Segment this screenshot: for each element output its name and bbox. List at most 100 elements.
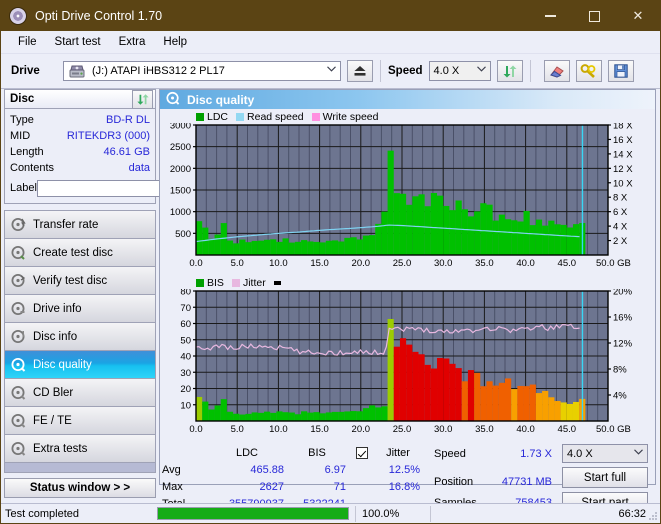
col-header-bis: BIS — [308, 446, 326, 459]
disc-quality-icon — [11, 357, 26, 372]
table-header-row: LDC BIS — [160, 444, 348, 461]
speed-label: Speed — [388, 65, 423, 77]
sidebar-item-verify-test-disc[interactable]: Verify test disc — [5, 267, 155, 295]
svg-text:80: 80 — [180, 289, 191, 298]
sidebar-item-disc-info[interactable]: Disc info — [5, 323, 155, 351]
application-window: Opti Drive Control 1.70 ✕ File Start tes… — [0, 0, 661, 524]
elapsed-time: 66:32 — [430, 505, 660, 522]
legend-marker-icon — [273, 281, 281, 285]
svg-text:40.0: 40.0 — [516, 258, 535, 269]
legend-label-write-speed: Write speed — [322, 111, 379, 123]
menu-item-file[interactable]: File — [9, 34, 46, 50]
svg-text:20.0: 20.0 — [352, 424, 371, 435]
menu-item-extra[interactable]: Extra — [110, 34, 155, 50]
test-speed-value: 4.0 X — [567, 447, 593, 460]
sidebar-item-label: Drive info — [33, 302, 82, 315]
test-nav-list: Transfer rate Create test disc Verify te… — [4, 210, 156, 473]
svg-text:45.0: 45.0 — [558, 258, 577, 269]
svg-text:6 X: 6 X — [613, 207, 628, 218]
window-controls: ✕ — [528, 1, 660, 31]
disc-value-contents: data — [128, 162, 150, 174]
bis-jitter-chart[interactable]: 10 20 30 40 50 60 70 80 4% 8% 12% 16% 20% 0.0 5.0 10.0 1… — [162, 287, 648, 437]
menu-item-start-test[interactable]: Start test — [46, 34, 110, 50]
test-speed-select[interactable]: 4.0 X — [562, 444, 648, 463]
svg-text:5.0: 5.0 — [231, 258, 244, 269]
maximize-button[interactable] — [572, 1, 616, 31]
legend-entry-read-speed: Read speed — [236, 111, 304, 123]
panel-header: Disc quality — [160, 90, 655, 109]
minimize-button[interactable] — [528, 1, 572, 31]
svg-text:40.0: 40.0 — [516, 424, 535, 435]
resize-grip[interactable] — [648, 511, 658, 521]
legend-swatch-read-speed — [236, 113, 245, 121]
chevron-down-icon — [634, 449, 643, 457]
svg-text:30.0: 30.0 — [434, 258, 453, 269]
status-window-button[interactable]: Status window > > — [4, 478, 156, 498]
svg-text:10.0: 10.0 — [269, 424, 288, 435]
svg-text:60: 60 — [180, 319, 191, 330]
table-row: Speed 1.73 X — [432, 444, 554, 465]
jitter-checkbox[interactable] — [356, 446, 368, 459]
left-sidebar: Disc Type BD-R DL MID RITEKDR3 (000) Len… — [1, 89, 240, 498]
drive-select[interactable]: (J:) ATAPI iHBS312 2 PL17 — [63, 61, 341, 81]
svg-text:10: 10 — [180, 400, 191, 411]
svg-text:20.0: 20.0 — [352, 258, 371, 269]
start-full-button[interactable]: Start full — [562, 467, 648, 488]
sidebar-item-transfer-rate[interactable]: Transfer rate — [5, 211, 155, 239]
sidebar-item-disc-quality[interactable]: Disc quality — [5, 351, 155, 379]
page-title: Disc quality — [187, 92, 255, 107]
drive-icon — [69, 65, 85, 78]
table-row: Avg 465.88 6.97 — [160, 461, 348, 478]
eject-button[interactable] — [347, 60, 373, 82]
disc-group-title: Disc — [10, 93, 35, 105]
chevron-down-icon — [327, 66, 336, 74]
disc-refresh-button[interactable] — [132, 89, 153, 109]
legend-swatch-ldc — [196, 113, 204, 121]
svg-text:20: 20 — [180, 384, 191, 395]
jitter-label: Jitter — [386, 446, 410, 459]
disc-info-box: Type BD-R DL MID RITEKDR3 (000) Length 4… — [4, 108, 240, 204]
svg-text:15.0: 15.0 — [310, 258, 329, 269]
svg-text:50.0 GB: 50.0 GB — [596, 424, 631, 435]
sidebar-item-cd-bler[interactable]: CD Bler — [5, 379, 155, 407]
svg-text:0.0: 0.0 — [189, 424, 202, 435]
progress-bar — [157, 507, 349, 520]
legend-swatch-write-speed — [311, 113, 320, 121]
sidebar-item-extra-tests[interactable]: Extra tests — [5, 435, 155, 463]
legend-entry-ldc: LDC — [196, 111, 228, 123]
legend-label-jitter: Jitter — [242, 277, 266, 289]
disc-quality-icon — [166, 91, 180, 108]
close-icon[interactable]: ✕ — [616, 1, 660, 31]
sidebar-item-label: Disc info — [33, 330, 78, 343]
disc-fete-icon — [11, 413, 26, 428]
menu-item-help[interactable]: Help — [154, 34, 196, 50]
ldc-chart-legend: LDC Read speed Write speed — [196, 111, 653, 123]
svg-text:8%: 8% — [613, 365, 627, 376]
app-icon — [9, 7, 27, 25]
svg-text:2500: 2500 — [170, 142, 191, 153]
sidebar-item-drive-info[interactable]: Drive info — [5, 295, 155, 323]
svg-text:0.0: 0.0 — [189, 258, 202, 269]
speed-select[interactable]: 4.0 X — [428, 61, 491, 81]
bis-max: 71 — [333, 481, 346, 494]
disc-bler-icon — [11, 385, 26, 400]
disc-value-length: 46.61 GB — [103, 146, 150, 158]
speed-result-label: Speed — [434, 448, 466, 461]
save-button[interactable] — [607, 60, 634, 82]
svg-text:16 X: 16 X — [613, 135, 633, 146]
bis-chart-legend: BIS Jitter — [196, 277, 653, 289]
tools-button[interactable] — [575, 60, 602, 82]
main-content: Disc Type BD-R DL MID RITEKDR3 (000) Len… — [1, 89, 660, 513]
ldc-chart[interactable]: 500 1000 1500 2000 2500 3000 2 X 4 X 6 X 8 X 10 X 1… — [162, 121, 648, 271]
svg-text:14 X: 14 X — [613, 149, 633, 160]
svg-text:20%: 20% — [613, 289, 633, 298]
svg-text:500: 500 — [175, 229, 191, 240]
erase-button[interactable] — [543, 60, 570, 82]
table-row: Position 47731 MB — [432, 472, 554, 493]
row-label-max: Max — [162, 481, 183, 494]
sidebar-item-create-test-disc[interactable]: Create test disc — [5, 239, 155, 267]
svg-text:25.0: 25.0 — [393, 424, 412, 435]
sidebar-item-fe-te[interactable]: FE / TE — [5, 407, 155, 435]
refresh-button[interactable] — [496, 60, 523, 82]
drive-toolbar: Drive (J:) ATAPI iHBS312 2 PL17 Speed 4.… — [1, 54, 660, 89]
